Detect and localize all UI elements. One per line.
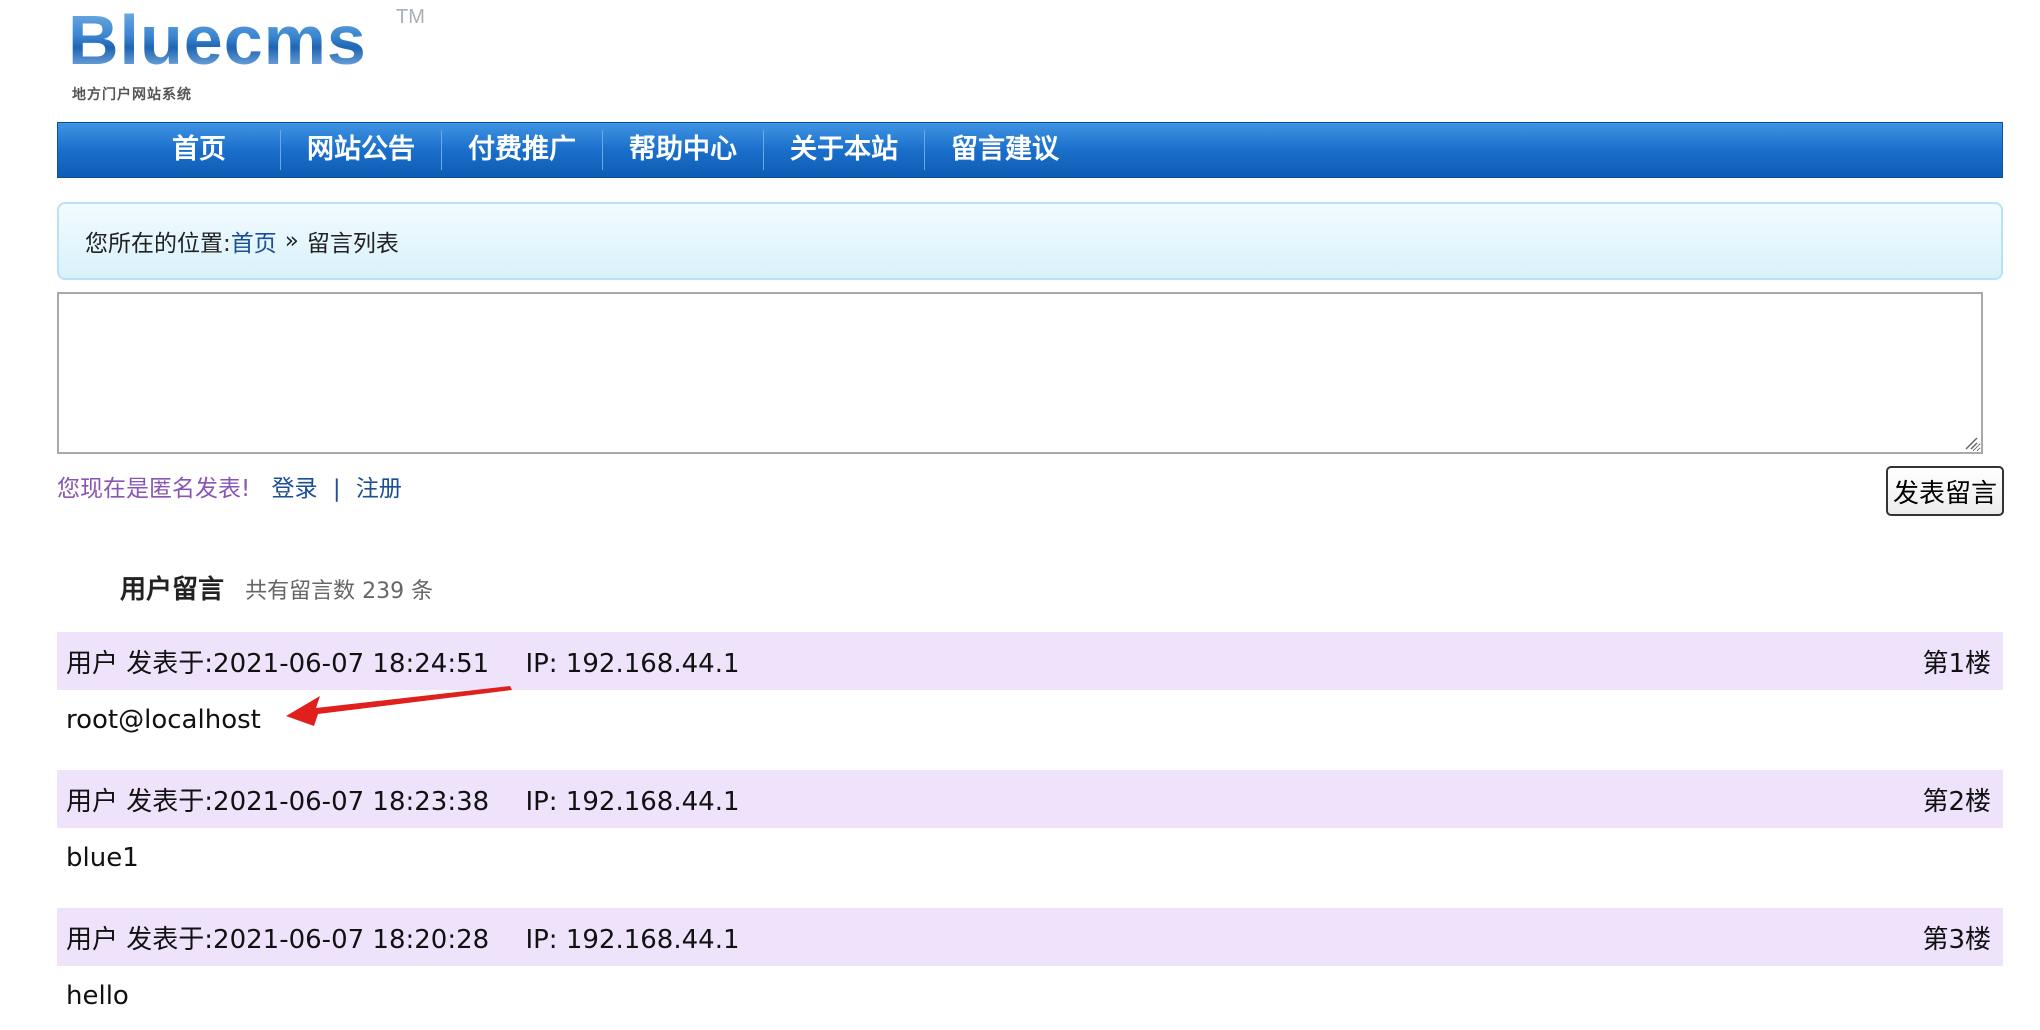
message-meta: 用户 发表于:2021-06-07 18:24:51 IP: 192.168.4…: [66, 643, 740, 680]
message-posted-label: 发表于:: [126, 924, 214, 955]
message-floor: 第3楼: [1922, 924, 1991, 955]
message-author: 用户: [66, 786, 119, 817]
message-textarea[interactable]: [57, 292, 1983, 454]
messages-header: 用户留言 共有留言数 239 条: [120, 572, 433, 608]
anonymous-text: 您现在是匿名发表!: [57, 476, 251, 502]
message-floor: 第1楼: [1922, 648, 1991, 679]
nav-item-home[interactable]: 首页: [142, 130, 281, 170]
site-logo[interactable]: Bluecms TM 地方门户网站系统: [68, 1, 428, 103]
register-link[interactable]: 注册: [356, 476, 402, 502]
message-header: 用户 发表于:2021-06-07 18:20:28 IP: 192.168.4…: [57, 908, 2003, 966]
page: Bluecms TM 地方门户网站系统 首页 网站公告 付费推广 帮助中心 关于…: [0, 0, 2040, 1030]
message-meta: 用户 发表于:2021-06-07 18:20:28 IP: 192.168.4…: [66, 919, 740, 956]
nav-item-paid-promotion[interactable]: 付费推广: [442, 130, 603, 170]
message-timestamp: 2021-06-07 18:24:51: [213, 648, 490, 679]
message-posted-label: 发表于:: [126, 786, 214, 817]
message-ip: IP: 192.168.44.1: [525, 924, 740, 955]
message-ip: IP: 192.168.44.1: [525, 648, 740, 679]
logo-trademark: TM: [396, 6, 425, 28]
nav-item-guestbook[interactable]: 留言建议: [925, 130, 1085, 170]
nav-item-about[interactable]: 关于本站: [764, 130, 925, 170]
logo-subtitle: 地方门户网站系统: [72, 87, 192, 103]
message-body: hello: [66, 981, 129, 1011]
message-meta: 用户 发表于:2021-06-07 18:23:38 IP: 192.168.4…: [66, 781, 740, 818]
breadcrumb-prefix: 您所在的位置:: [85, 231, 231, 257]
breadcrumb: 您所在的位置: 首页 » 留言列表: [57, 202, 2003, 280]
message-item: 用户 发表于:2021-06-07 18:23:38 IP: 192.168.4…: [57, 770, 2003, 888]
anonymous-notice: 您现在是匿名发表! 登录 | 注册: [57, 472, 402, 506]
message-timestamp: 2021-06-07 18:23:38: [213, 786, 490, 817]
messages-title: 用户留言: [120, 575, 225, 605]
nav-item-help-center[interactable]: 帮助中心: [603, 130, 764, 170]
link-divider: |: [332, 476, 341, 502]
message-timestamp: 2021-06-07 18:20:28: [213, 924, 490, 955]
breadcrumb-current: 留言列表: [306, 231, 399, 257]
login-link[interactable]: 登录: [272, 476, 318, 502]
message-author: 用户: [66, 648, 119, 679]
submit-message-button[interactable]: 发表留言: [1886, 466, 2004, 516]
messages-count: 共有留言数 239 条: [245, 579, 434, 604]
message-header: 用户 发表于:2021-06-07 18:23:38 IP: 192.168.4…: [57, 770, 2003, 828]
breadcrumb-separator: »: [284, 228, 299, 254]
message-item: 用户 发表于:2021-06-07 18:20:28 IP: 192.168.4…: [57, 908, 2003, 1026]
main-nav: 首页 网站公告 付费推广 帮助中心 关于本站 留言建议: [57, 122, 2003, 178]
message-posted-label: 发表于:: [126, 648, 214, 679]
breadcrumb-home-link[interactable]: 首页: [231, 224, 277, 258]
message-ip: IP: 192.168.44.1: [525, 786, 740, 817]
message-author: 用户: [66, 924, 119, 955]
resize-grip-icon[interactable]: [1962, 434, 1978, 450]
red-arrow-icon: [286, 686, 512, 726]
message-body: blue1: [66, 843, 139, 873]
nav-item-announcements[interactable]: 网站公告: [281, 130, 442, 170]
message-floor: 第2楼: [1922, 786, 1991, 817]
logo-wordmark: Bluecms: [68, 1, 367, 79]
